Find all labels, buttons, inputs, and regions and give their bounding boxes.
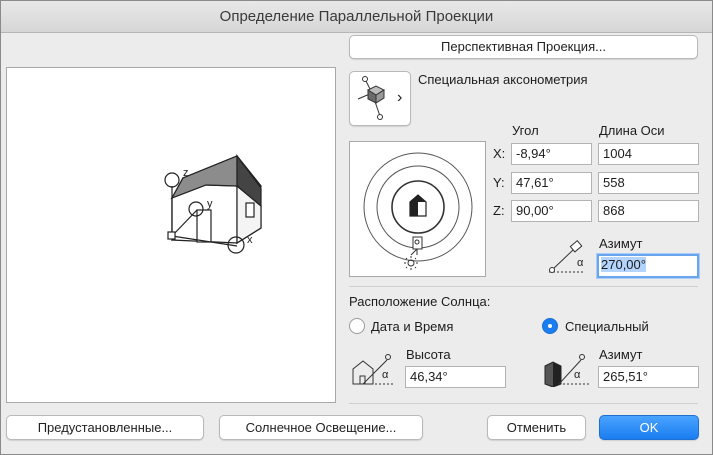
sun-azimuth-alpha: α [574, 369, 581, 381]
y-length-field[interactable]: 558 [598, 172, 699, 194]
window-title: Определение Параллельной Проекции [1, 1, 712, 33]
perspective-projection-button[interactable]: Перспективная Проекция... [349, 35, 698, 59]
altitude-label: Высота [406, 347, 451, 362]
altitude-alpha: α [382, 369, 389, 381]
house-preview-icon [164, 154, 263, 254]
axonometry-type-button[interactable]: › [349, 71, 411, 126]
x-row-label: X: [493, 146, 506, 161]
axis-length-header: Длина Оси [599, 123, 665, 138]
sun-separator [349, 286, 698, 287]
view-compass[interactable] [349, 141, 486, 277]
sun-position-label: Расположение Солнца: [349, 294, 491, 309]
sun-azimuth-field[interactable]: 265,51° [598, 366, 699, 388]
datetime-radio-label[interactable]: Дата и Время [371, 319, 453, 334]
presets-button[interactable]: Предустановленные... [6, 415, 204, 440]
custom-radio-label[interactable]: Специальный [565, 319, 649, 334]
sun-azimuth-label: Азимут [599, 347, 643, 362]
ok-button[interactable]: OK [599, 415, 699, 440]
x-axis-label: x [247, 234, 253, 246]
sun-azimuth-icon [544, 354, 589, 387]
y-angle-field[interactable]: 47,61° [511, 172, 592, 194]
z-angle-field[interactable]: 90,00° [511, 200, 592, 222]
chevron-right-icon: › [397, 89, 403, 106]
z-row-label: Z: [493, 203, 505, 218]
angle-header: Угол [512, 123, 539, 138]
projection-preview: z y x [6, 67, 336, 403]
view-azimuth-value: 270,00° [601, 257, 646, 272]
custom-radio[interactable] [542, 318, 558, 334]
datetime-radio[interactable] [349, 318, 365, 334]
y-axis-label: y [207, 198, 213, 210]
sun-altitude-icon [352, 354, 393, 385]
view-azimuth-label: Азимут [599, 236, 643, 251]
sun-lighting-button[interactable]: Солнечное Освещение... [219, 415, 423, 440]
compass-circles-icon [363, 152, 473, 270]
x-length-field[interactable]: 1004 [598, 143, 699, 165]
axonometry-label: Специальная аксонометрия [418, 72, 588, 87]
view-azimuth-alpha: α [577, 257, 584, 269]
altitude-field[interactable]: 46,34° [405, 366, 506, 388]
view-azimuth-field[interactable]: 270,00° [597, 254, 699, 278]
z-length-field[interactable]: 868 [598, 200, 699, 222]
y-row-label: Y: [493, 175, 505, 190]
z-axis-label: z [183, 167, 189, 179]
cancel-button[interactable]: Отменить [487, 415, 586, 440]
footer-separator [349, 403, 698, 404]
x-angle-field[interactable]: -8,94° [511, 143, 592, 165]
